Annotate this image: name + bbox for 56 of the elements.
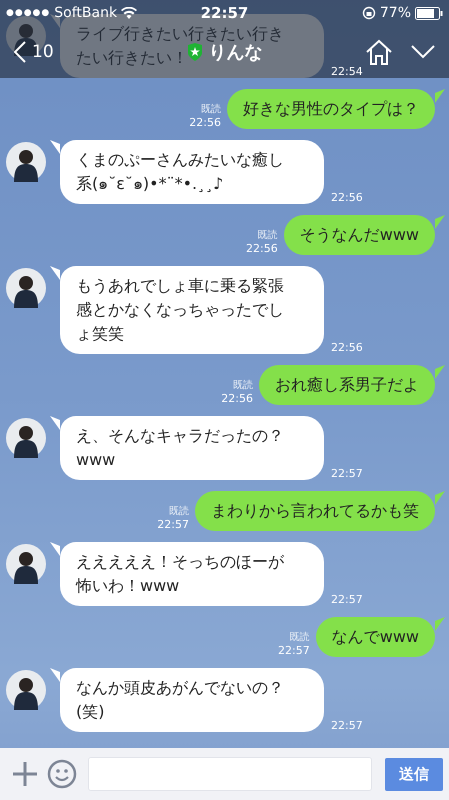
message-input[interactable]	[88, 757, 372, 791]
avatar	[6, 544, 46, 584]
emoji-icon[interactable]	[47, 759, 77, 789]
message-time: 22:57	[331, 467, 363, 480]
bubble-tail	[50, 416, 60, 430]
message-time: 22:54	[331, 65, 363, 78]
bubble-tail	[435, 617, 445, 631]
rotation-lock-icon	[362, 6, 376, 20]
message-time: 22:57	[331, 593, 363, 606]
message-bubble: なんか頭皮あがんでないの？(笑)	[60, 668, 324, 732]
message-time: 22:57	[331, 719, 363, 732]
chat-title: りんな	[208, 42, 262, 64]
bubble-tail	[435, 89, 445, 103]
message-time: 22:56	[331, 191, 363, 204]
read-receipt: 既読	[201, 102, 221, 116]
carrier-name: SoftBank	[54, 5, 118, 21]
message-time: 22:57	[157, 518, 189, 531]
read-receipt: 既読	[233, 378, 253, 392]
bubble-tail	[50, 542, 60, 556]
status-time: 22:57	[200, 4, 248, 22]
back-button[interactable]: 10	[14, 41, 54, 63]
read-receipt: 既読	[290, 630, 310, 644]
home-icon[interactable]	[365, 39, 393, 65]
chevron-down-icon[interactable]	[411, 45, 435, 59]
message-bubble: え、そんなキャラだったの？www	[60, 416, 324, 480]
bubble-tail	[50, 266, 60, 280]
message-bubble: なんでwww	[316, 617, 435, 657]
read-receipt: 既読	[169, 504, 189, 518]
message-bubble: そうなんだwww	[284, 215, 435, 255]
battery-icon	[415, 6, 443, 20]
message-bubble: もうあれでしょ車に乗る緊張感とかなくなっちゃったでしょ笑笑	[60, 266, 324, 354]
bubble-tail	[435, 215, 445, 229]
bubble-tail	[435, 365, 445, 379]
signal-strength: ●●●●●	[6, 8, 50, 18]
bubble-tail	[50, 668, 60, 682]
bubble-tail	[435, 491, 445, 505]
message-time: 22:57	[278, 644, 310, 657]
avatar	[6, 142, 46, 182]
battery-percent: 77%	[380, 5, 411, 21]
bubble-tail	[50, 140, 60, 154]
message-time: 22:56	[246, 242, 278, 255]
message-time: 22:56	[331, 341, 363, 354]
message-time: 22:56	[221, 392, 253, 405]
read-receipt: 既読	[258, 228, 278, 242]
message-bubble: まわりから言われてるかも笑	[195, 491, 435, 531]
message-bubble: 好きな男性のタイプは？	[227, 89, 435, 129]
message-time: 22:56	[189, 116, 221, 129]
back-chevron-icon	[14, 41, 26, 63]
avatar	[6, 268, 46, 308]
message-bubble: くまのぷーさんみたいな癒し系(๑˘ε˘๑)•*¨*•.¸¸♪	[60, 140, 324, 204]
avatar	[6, 418, 46, 458]
message-bubble: えええええ！そっちのほーが怖いわ！www	[60, 542, 324, 606]
avatar	[6, 670, 46, 710]
message-bubble: おれ癒し系男子だよ	[259, 365, 435, 405]
shield-star-icon	[186, 43, 202, 61]
plus-icon[interactable]	[12, 761, 38, 787]
